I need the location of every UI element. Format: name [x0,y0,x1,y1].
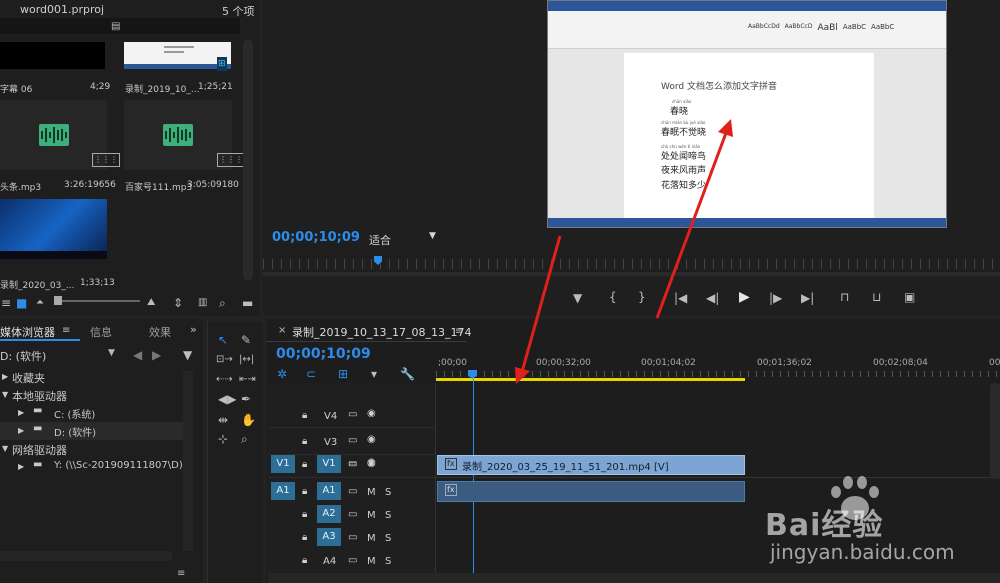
annotation-arrow [520,235,562,373]
arrowhead-icon [718,119,733,137]
annotation-arrow [655,132,728,319]
watermark-brand: Bai经验 [765,508,884,543]
arrowhead-icon [515,367,530,384]
watermark-url: jingyan.baidu.com [770,540,955,564]
